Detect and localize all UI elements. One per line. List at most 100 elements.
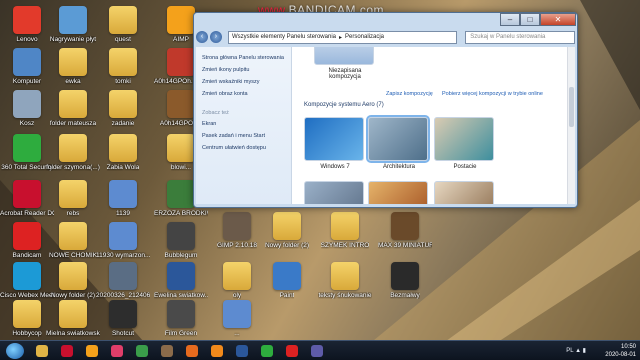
- desktop-icon[interactable]: MAX 39 MINIATURE...: [378, 212, 432, 249]
- taskbar-button[interactable]: [107, 343, 127, 359]
- taskbar-button[interactable]: [182, 343, 202, 359]
- theme-thumbnail: [434, 181, 494, 204]
- desktop-icon-label: GIMP 2.10.18: [217, 242, 257, 249]
- get-more-themes-link[interactable]: Pobierz więcej kompozycji w trybie onlin…: [442, 91, 543, 97]
- task-link[interactable]: Strona główna Panelu sterowania: [202, 55, 285, 62]
- recycle-bin-icon: [13, 90, 41, 118]
- theme-name: Architektura: [382, 164, 415, 170]
- desktop-icon[interactable]: teksty śnukowanie: [318, 262, 372, 299]
- vertical-scrollbar[interactable]: [567, 47, 575, 204]
- desktop-icon[interactable]: Shotcut: [96, 300, 150, 337]
- desktop-icon[interactable]: Nagrywanie płyt: [46, 6, 100, 43]
- desktop-icon[interactable]: quest: [96, 6, 150, 43]
- desktop-icon[interactable]: SZYMEK INTRO: [318, 212, 372, 249]
- desktop-icon[interactable]: Mielna swiatkowska... Zdjęcia: [46, 300, 100, 337]
- desktop-icon[interactable]: GIMP 2.10.18: [210, 212, 264, 249]
- image-icon: [167, 90, 195, 118]
- image-icon: [391, 212, 419, 240]
- folder-icon: [109, 90, 137, 118]
- see-also-link[interactable]: Pasek zadań i menu Start: [202, 133, 285, 140]
- see-also-link[interactable]: Centrum ułatwień dostępu: [202, 145, 285, 152]
- theme-option[interactable]: Architektura: [366, 115, 430, 170]
- desktop-icon[interactable]: folder szymona(...): [46, 134, 100, 171]
- desktop-icon[interactable]: Bubblegum: [154, 222, 208, 259]
- forward-arrow-icon[interactable]: ›: [209, 31, 222, 43]
- folder-icon: [167, 134, 195, 162]
- taskbar-button[interactable]: [157, 343, 177, 359]
- network-icon[interactable]: ▲ ▮: [575, 348, 586, 354]
- desktop-icon[interactable]: oly: [210, 262, 264, 299]
- breadcrumb-item[interactable]: Wszystkie elementy Panelu sterowania: [232, 34, 336, 40]
- desktop-icon[interactable]: Ewelina swiatkow...: [154, 262, 208, 299]
- theme-option[interactable]: Windows 7: [304, 117, 366, 170]
- desktop-icon[interactable]: ewka: [46, 48, 100, 85]
- desktop-icon-label: MAX 39 MINIATURE...: [378, 242, 432, 249]
- theme-name: Postacie: [453, 164, 477, 170]
- start-button[interactable]: [6, 343, 24, 359]
- audio-icon: [223, 300, 251, 328]
- desktop-icon[interactable]: Paint: [260, 262, 314, 299]
- desktop-icon[interactable]: Nowy folder (2): [46, 262, 100, 299]
- desktop-icon[interactable]: Nowy folder (2): [260, 212, 314, 249]
- explorer-icon: [36, 345, 48, 357]
- desktop-icon[interactable]: 1139: [96, 180, 150, 217]
- desktop-icon-label: 1139: [116, 210, 130, 217]
- search-input[interactable]: Szukaj w Panelu sterowania: [465, 30, 575, 44]
- desktop-icon[interactable]: 11930 wymarzon...: [96, 222, 150, 259]
- desktop-icon[interactable]: folder mateusza: [46, 90, 100, 127]
- desktop-icon-label: 20200326_212406: [96, 292, 150, 299]
- desktop-icon-label: blowi...: [170, 164, 192, 171]
- taskbar-button[interactable]: [132, 343, 152, 359]
- minimize-button[interactable]: –: [500, 13, 520, 26]
- taskbar: PL ▲ ▮ 10:50 2020-08-01: [0, 340, 640, 360]
- theme-option[interactable]: [434, 181, 496, 204]
- aimp-icon: [86, 345, 98, 357]
- task-link[interactable]: Zmień wskaźniki myszy: [202, 79, 285, 86]
- unsaved-theme[interactable]: Niezapisana kompozycja: [314, 47, 376, 80]
- desktop-icon-label: Bubblegum: [164, 252, 198, 259]
- desktop-icon[interactable]: Film Green: [154, 300, 208, 337]
- taskbar-button[interactable]: [57, 343, 77, 359]
- task-link[interactable]: Zmień obraz konta: [202, 91, 285, 98]
- taskbar-button[interactable]: [32, 343, 52, 359]
- desktop-icon[interactable]: ...: [210, 300, 264, 337]
- desktop-icon-label: ERZOZA BRODKIWKOWATA: [154, 210, 208, 217]
- taskbar-button[interactable]: [282, 343, 302, 359]
- desktop-icon[interactable]: Zabia Wola: [96, 134, 150, 171]
- address-bar[interactable]: Wszystkie elementy Panelu sterowania ▸ P…: [227, 30, 458, 44]
- close-button[interactable]: ✕: [540, 13, 576, 26]
- task-link[interactable]: Zmień ikony pulpitu: [202, 67, 285, 74]
- desktop-icon[interactable]: zadanie: [96, 90, 150, 127]
- desktop-icon[interactable]: NOWE CHOMIK: [46, 222, 100, 259]
- taskbar-button[interactable]: [257, 343, 277, 359]
- theme-option[interactable]: [368, 181, 430, 204]
- desktop-icon[interactable]: Bezmałwy: [378, 262, 432, 299]
- scrollbar-thumb[interactable]: [569, 87, 574, 127]
- taskbar-button[interactable]: [207, 343, 227, 359]
- desktop-icon-label: ...: [234, 330, 240, 337]
- language-indicator[interactable]: PL: [566, 348, 573, 354]
- desktop-icon[interactable]: tomki: [96, 48, 150, 85]
- firefox-icon: [186, 345, 198, 357]
- taskbar-button[interactable]: [82, 343, 102, 359]
- desktop-icon-label: Bandicam: [12, 252, 42, 259]
- folder-icon: [59, 48, 87, 76]
- lenovo-icon: [13, 6, 41, 34]
- theme-option[interactable]: Postacie: [434, 117, 496, 170]
- desktop-icon[interactable]: 20200326_212406: [96, 262, 150, 299]
- taskbar-button[interactable]: [232, 343, 252, 359]
- back-arrow-icon[interactable]: ‹: [196, 31, 208, 43]
- aero-themes-heading: Kompozycje systemu Aero (7): [304, 102, 384, 108]
- taskbar-button[interactable]: [307, 343, 327, 359]
- save-theme-link[interactable]: Zapisz kompozycję: [386, 91, 433, 97]
- breadcrumb-item[interactable]: Personalizacja: [345, 34, 384, 40]
- search-placeholder: Szukaj w Panelu sterowania: [470, 34, 546, 40]
- see-also-link[interactable]: Ekran: [202, 121, 285, 128]
- desktop-icon-label: Kosz: [19, 120, 35, 127]
- clock[interactable]: 10:50 2020-08-01: [605, 343, 636, 359]
- folder-icon: [59, 300, 87, 328]
- maximize-button[interactable]: □: [520, 13, 540, 26]
- acrobat-icon: [13, 180, 41, 208]
- desktop-icon[interactable]: rebs: [46, 180, 100, 217]
- theme-option[interactable]: [304, 181, 366, 204]
